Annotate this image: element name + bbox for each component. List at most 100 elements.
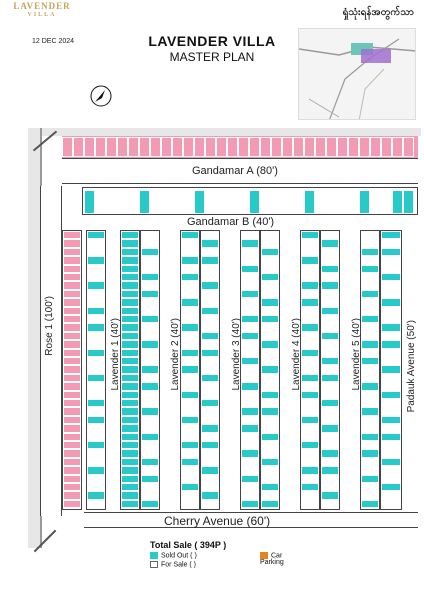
- plot-cell: [63, 348, 81, 357]
- plot-cell: [381, 323, 401, 332]
- plot-cell: [241, 399, 259, 408]
- legend-row-sold: Sold Out ( ) Car Parking: [150, 552, 284, 566]
- plot-cell: [241, 491, 259, 500]
- plot-cell: [181, 390, 199, 399]
- plot-cell: [361, 273, 379, 282]
- plot-cell: [261, 264, 279, 273]
- plot-cell: [181, 441, 199, 450]
- plot-cell: [381, 466, 401, 475]
- plot-cell: [361, 449, 379, 458]
- plot-cell: [121, 331, 139, 341]
- road-label-lavender-1: Lavender 1 (40'): [110, 318, 121, 391]
- plot-cell: [301, 264, 319, 273]
- plot-cell: [301, 390, 319, 399]
- plot-cell: [181, 315, 199, 324]
- plot-cell: [117, 137, 128, 157]
- plot-cell: [141, 399, 159, 408]
- plot-cell: [201, 474, 219, 483]
- for-sale-swatch: [150, 561, 158, 569]
- plot-cell: [261, 281, 279, 290]
- plot-cell: [141, 323, 159, 332]
- plot-cell: [241, 247, 259, 257]
- plot-cell: [241, 357, 259, 366]
- plot-cell: [361, 466, 379, 475]
- plot-cell: [301, 457, 319, 467]
- plot-cell: [205, 190, 216, 214]
- plot-cell: [304, 190, 315, 214]
- plot-cell: [201, 315, 219, 324]
- plot-cell: [63, 247, 81, 257]
- plot-cell: [87, 483, 105, 492]
- plot-cell: [381, 373, 401, 383]
- plot-cell: [87, 399, 105, 408]
- plot-cell: [181, 407, 199, 416]
- plot-cell: [141, 457, 159, 467]
- plot-cell: [181, 281, 199, 290]
- plot-cell: [261, 357, 279, 366]
- plot-cell: [87, 457, 105, 467]
- plot-cell: [201, 273, 219, 282]
- plot-cell: [241, 382, 259, 391]
- plot-cell: [301, 357, 319, 366]
- plot-cell: [201, 399, 219, 408]
- plot-cell: [241, 407, 259, 416]
- plot-cell: [63, 399, 81, 408]
- plot-cell: [321, 457, 339, 467]
- plot-cell: [139, 190, 150, 214]
- plot-cell: [181, 424, 199, 433]
- plot-cell: [361, 281, 379, 290]
- plot-cell: [201, 231, 219, 240]
- plot-cell: [241, 323, 259, 332]
- plot-cell: [321, 373, 339, 383]
- plot-cell: [121, 298, 139, 307]
- plot-cell: [381, 239, 401, 248]
- plot-cell: [337, 190, 348, 214]
- plot-cell: [326, 190, 337, 214]
- plot-cell: [361, 491, 379, 500]
- gandamar-a-road: Gandamar A (80'): [62, 158, 418, 184]
- plot-cell: [121, 340, 139, 349]
- plot-cell: [301, 373, 319, 383]
- plot-cell: [181, 231, 199, 240]
- plot-cell: [87, 289, 105, 299]
- plot-cell: [201, 457, 219, 467]
- plot-cell: [381, 483, 401, 492]
- plot-cell: [87, 298, 105, 307]
- plot-cell: [201, 264, 219, 273]
- plot-cell: [370, 190, 381, 214]
- plot-cell: [381, 273, 401, 282]
- plot-cell: [106, 137, 117, 157]
- plot-cell: [361, 407, 379, 416]
- plot-cell: [301, 441, 319, 450]
- plot-cell: [121, 390, 139, 399]
- plot-cell: [181, 399, 199, 408]
- plot-cell: [261, 382, 279, 391]
- plot-cell: [241, 298, 259, 307]
- plot-cell: [63, 424, 81, 433]
- plot-cell: [321, 390, 339, 399]
- plot-cell: [381, 331, 401, 341]
- plot-cell: [403, 137, 414, 157]
- plot-cell: [261, 289, 279, 299]
- plot-cell: [141, 273, 159, 282]
- plot-cell: [361, 457, 379, 467]
- plot-cell: [183, 137, 194, 157]
- legend-parking: Car Parking: [260, 552, 284, 566]
- road-label-lavender-3: Lavender 3 (40'): [231, 318, 242, 391]
- logo: LAVENDER VILLA: [12, 2, 72, 22]
- plot-cell: [181, 323, 199, 332]
- plot-cell: [63, 415, 81, 425]
- plot-cell: [361, 373, 379, 383]
- plot-cell: [87, 441, 105, 450]
- plot-cell: [301, 281, 319, 290]
- plot-cell: [121, 289, 139, 299]
- plot-cell: [361, 424, 379, 433]
- plot-cell: [301, 289, 319, 299]
- plot-cell: [301, 348, 319, 357]
- plot-cell: [361, 231, 379, 240]
- parking-swatch: [260, 552, 268, 559]
- plot-cell: [321, 466, 339, 475]
- plot-cell: [181, 466, 199, 475]
- plot-cell: [181, 449, 199, 458]
- plot-cell: [87, 373, 105, 383]
